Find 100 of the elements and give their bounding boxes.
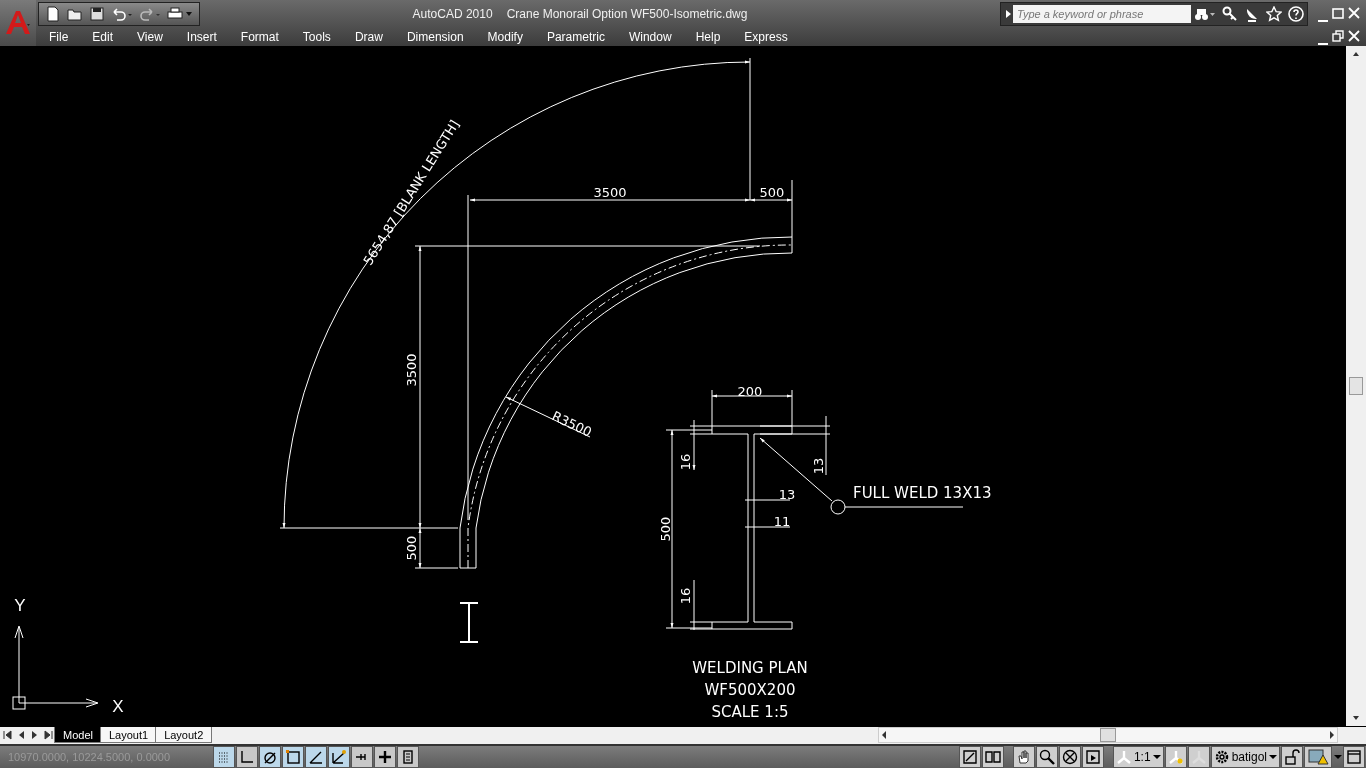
drawing-title: WF500X200 — [704, 681, 796, 699]
menu-item[interactable]: File — [38, 28, 80, 46]
help-icon — [1288, 6, 1304, 22]
vertical-scrollbar[interactable] — [1346, 46, 1366, 726]
drafting-toggle[interactable] — [305, 745, 327, 768]
ucs-icon — [12, 625, 99, 710]
communication-center-button[interactable] — [1304, 745, 1332, 768]
lock-icon — [1284, 748, 1300, 765]
menu-item[interactable]: Dimension — [395, 28, 475, 46]
ortho-icon — [239, 748, 255, 765]
workspace-button[interactable]: batigol — [1210, 745, 1280, 768]
clean-screen-button[interactable] — [1343, 745, 1365, 768]
pan-button[interactable] — [1012, 745, 1035, 768]
hand-icon — [1015, 748, 1032, 765]
drafting-toggle[interactable] — [282, 745, 304, 768]
axis-label: Y — [14, 596, 26, 615]
dimension-label: 11 — [773, 514, 791, 529]
menu-item[interactable]: Window — [617, 28, 683, 46]
help-button[interactable] — [1285, 3, 1307, 25]
satellite-dish-icon — [1244, 6, 1260, 22]
weld-note: FULL WELD 13X13 — [853, 484, 992, 502]
layout-tab[interactable]: Model — [54, 727, 102, 744]
lock-button[interactable] — [1281, 745, 1303, 768]
caret-icon — [1334, 754, 1342, 759]
menu-item[interactable]: View — [126, 28, 174, 46]
save-button[interactable] — [87, 4, 107, 24]
drafting-toggle[interactable] — [351, 745, 373, 768]
layout-tab[interactable]: Layout1 — [99, 727, 158, 744]
dimension-label: 3500 — [404, 353, 419, 387]
menu-item[interactable]: Express — [733, 28, 799, 46]
zoom-button[interactable] — [1035, 745, 1058, 768]
scroll-thumb[interactable] — [1349, 377, 1363, 395]
menu-item[interactable]: Edit — [81, 28, 125, 46]
showmotion-button[interactable] — [1081, 745, 1104, 768]
annotation-scale-button[interactable]: 1:1 — [1112, 745, 1164, 768]
i-beam-symbol-drawing — [459, 602, 479, 643]
dimension-label: 200 — [737, 384, 763, 399]
printer-icon — [167, 6, 193, 22]
dimension-label: 16 — [678, 453, 693, 471]
annotation-visibility-button[interactable] — [1164, 745, 1187, 768]
menu-item[interactable]: Draw — [343, 28, 394, 46]
annotation-icon — [1167, 748, 1184, 765]
menu-item[interactable]: Insert — [175, 28, 228, 46]
restore-icon — [1332, 29, 1344, 45]
menu-item[interactable]: Modify — [476, 28, 534, 46]
warning-icon — [1307, 748, 1329, 765]
wheel-icon — [1061, 748, 1078, 765]
save-icon — [89, 6, 105, 22]
annotation-icon — [1190, 748, 1207, 765]
folder-icon — [67, 6, 83, 22]
minimize-icon — [1318, 20, 1328, 22]
menu-item[interactable]: Parametric — [535, 28, 616, 46]
document-title: Crane Monorail Option WF500-Isometric.dwg — [506, 7, 748, 21]
scroll-thumb[interactable] — [1100, 728, 1116, 743]
redo-icon — [139, 6, 161, 22]
dimension-label: 16 — [678, 587, 693, 605]
dimension-label: 500 — [658, 516, 673, 542]
model-space-icon — [961, 748, 978, 765]
menu-item[interactable]: Help — [684, 28, 732, 46]
ducs-icon — [331, 748, 347, 765]
dimension-label: 500 — [759, 185, 785, 200]
dimension-label: 500 — [404, 535, 419, 561]
dimension-label: 13 — [811, 457, 826, 475]
magnifier-icon — [1038, 748, 1055, 765]
dimension-label: 13 — [778, 487, 796, 502]
drafting-toggle[interactable] — [328, 745, 350, 768]
undo-icon — [111, 6, 133, 22]
maximize-icon — [1332, 6, 1344, 22]
steeringwheel-button[interactable] — [1058, 745, 1081, 768]
minimize-icon — [1318, 43, 1328, 45]
dimension-line — [693, 579, 695, 631]
drafting-toggle[interactable] — [374, 745, 396, 768]
horizontal-scrollbar[interactable] — [878, 727, 1338, 744]
drafting-toggle[interactable] — [259, 745, 281, 768]
caret-icon — [1269, 754, 1277, 759]
auto-scale-button[interactable] — [1187, 745, 1210, 768]
drafting-toggle[interactable] — [397, 745, 419, 768]
weld-symbol-circle — [830, 499, 846, 515]
layout-tab[interactable]: Layout2 — [155, 727, 213, 744]
star-icon — [1266, 6, 1282, 22]
layout-icon — [984, 748, 1001, 765]
osnap-icon — [285, 748, 301, 765]
search-field[interactable]: Type a keyword or phrase — [1013, 5, 1191, 23]
film-icon — [1084, 748, 1101, 765]
key-icon — [1222, 6, 1238, 22]
annotation-icon — [1115, 748, 1132, 765]
menu-item[interactable]: Tools — [291, 28, 342, 46]
drawing-title: WELDING PLAN — [692, 659, 808, 677]
quick-properties-icon — [400, 748, 416, 765]
drafting-toggle[interactable] — [236, 745, 258, 768]
dimension-line — [825, 415, 827, 476]
axis-label: X — [112, 697, 124, 716]
menu-item[interactable]: Format — [229, 28, 290, 46]
dimension-label: 3500 — [593, 185, 627, 200]
caret-icon — [1152, 754, 1161, 759]
layout-button[interactable] — [981, 745, 1004, 768]
drafting-toggle[interactable] — [213, 745, 235, 768]
model-button[interactable] — [958, 745, 981, 768]
new-file-icon — [45, 6, 61, 22]
app-name: AutoCAD 2010 — [412, 7, 493, 21]
